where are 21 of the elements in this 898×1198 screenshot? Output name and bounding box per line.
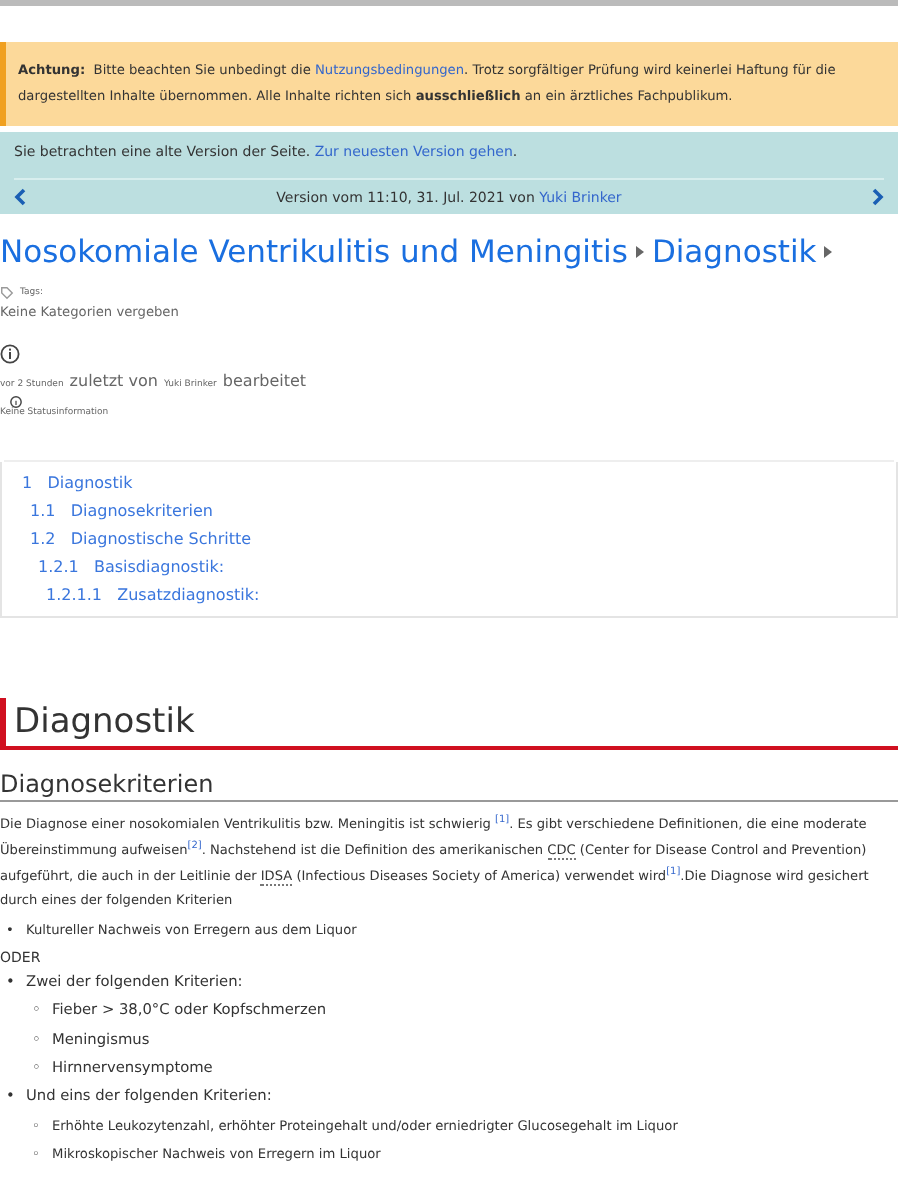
separator-icon [635, 246, 644, 258]
reference-link[interactable]: [2] [187, 839, 202, 852]
toc-link[interactable]: 1 Diagnostik [22, 472, 876, 494]
info-icon [10, 396, 22, 408]
separator-icon [824, 246, 833, 258]
breadcrumb-link[interactable]: Nosokomiale Ventrikulitis und Meningitis [0, 234, 628, 270]
next-icon[interactable] [871, 188, 884, 206]
reference-link[interactable]: [1] [666, 864, 681, 877]
tag-icon [0, 286, 14, 300]
toc-link[interactable]: 1.2 Diagnostische Schritte [22, 528, 876, 550]
section-heading: Diagnostik [0, 698, 898, 750]
toc-link[interactable]: 1.1 Diagnosekriterien [22, 500, 876, 522]
previous-icon[interactable] [14, 188, 26, 206]
breadcrumb-link[interactable]: Diagnostik [651, 234, 817, 270]
edit-text: bearbeitet [222, 372, 307, 390]
info-icon [0, 344, 20, 364]
toc-link[interactable]: 1.2.1.1 Zusatzdiagnostik: [22, 584, 876, 606]
reference-link[interactable]: [1] [495, 813, 510, 826]
toc-link[interactable]: 1.2.1 Basisdiagnostik: [22, 556, 876, 578]
edit-text: zuletzt von [69, 372, 158, 390]
subsection-heading: Diagnosekriterien [0, 770, 898, 802]
